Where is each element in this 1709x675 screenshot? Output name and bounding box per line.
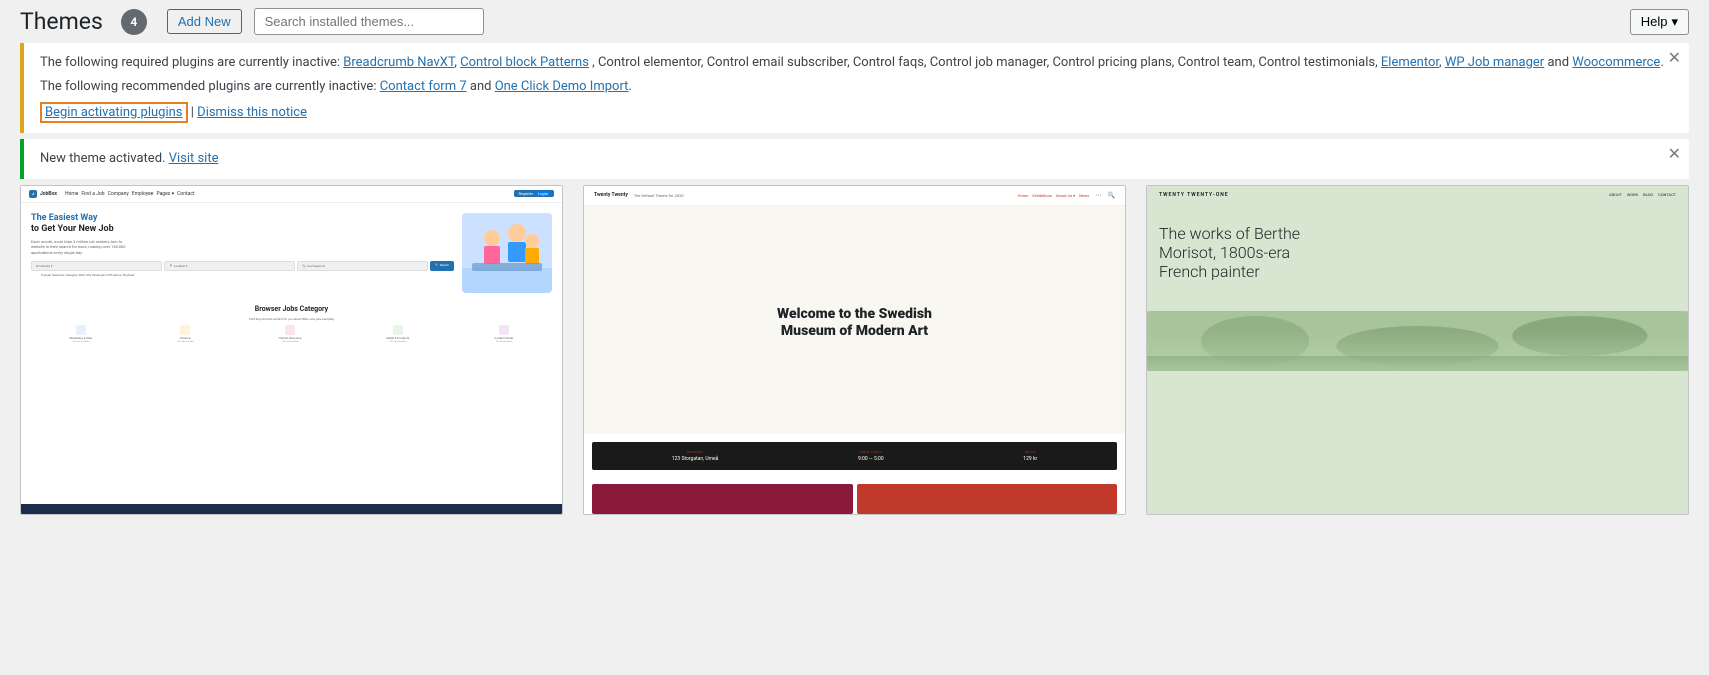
- dismiss-notice-link[interactable]: Dismiss this notice: [197, 105, 307, 120]
- jobbox-location-field: 📍 Location ▾: [164, 261, 295, 271]
- tt-price-value: 129 kr: [1023, 456, 1037, 462]
- tto-image-overlay: [1147, 331, 1688, 371]
- tt-nav-links: HomeExhibitionsAbout Us ▾News: [1018, 193, 1090, 198]
- notices-area: ✕ The following required plugins are cur…: [0, 43, 1709, 179]
- jobbox-preview: J JobBox HomeFind a JobCompanyEmployeePa…: [21, 186, 562, 514]
- jobbox-hero-title: The Easiest Wayto Get Your New Job: [31, 213, 454, 236]
- jobbox-logo: J JobBox: [29, 190, 57, 198]
- jobbox-register-btn: Register Login: [514, 190, 554, 197]
- jobbox-search-btn: 🔍 Search: [430, 261, 454, 271]
- tt-hours-label: OPEN TODAY: [858, 450, 884, 454]
- add-new-button[interactable]: Add New: [167, 9, 242, 34]
- jobbox-hero-text: The Easiest Wayto Get Your New Job Each …: [31, 213, 454, 279]
- recommended-plugins-text: The following recommended plugins are cu…: [40, 77, 1673, 97]
- tt-hours-col: OPEN TODAY 9:00 — 5:00: [858, 450, 884, 462]
- chevron-down-icon: ▾: [1671, 14, 1678, 30]
- twenty-twenty-thumbnail: Twenty Twenty The Default Theme for 2020…: [584, 186, 1125, 514]
- twentytwenty-preview: Twenty Twenty The Default Theme for 2020…: [584, 186, 1125, 514]
- visit-site-link[interactable]: Visit site: [169, 151, 219, 166]
- contact-form-7-link[interactable]: Contact form 7: [380, 79, 467, 94]
- jobbox-hero: The Easiest Wayto Get Your New Job Each …: [21, 203, 562, 299]
- tt-bottom: [584, 478, 1125, 514]
- jobbox-nav: J JobBox HomeFind a JobCompanyEmployeePa…: [21, 186, 562, 203]
- jobbox-hero-subtitle: Each month, more than 3 million job seek…: [31, 239, 454, 256]
- twenty-twenty-one-thumbnail: TWENTY TWENTY-ONE ABOUTWORKBLOGCONTACT T…: [1147, 186, 1688, 514]
- tt-address-label: ADDRESS: [672, 450, 719, 454]
- woocommerce-link[interactable]: Woocommerce: [1572, 55, 1660, 70]
- one-click-demo-link[interactable]: One Click Demo Import: [495, 79, 629, 94]
- tt-address-col: ADDRESS 123 Storgatan, Umeå: [672, 450, 719, 462]
- tt-hero: Welcome to the SwedishMuseum of Modern A…: [584, 206, 1125, 434]
- tt-tagline: The Default Theme for 2020: [634, 193, 684, 198]
- control-block-patterns-link[interactable]: Control block Patterns: [460, 55, 589, 70]
- tto-site-title: TWENTY TWENTY-ONE: [1159, 192, 1229, 198]
- theme-count-badge: 4: [121, 9, 147, 35]
- theme-card-twenty-twenty-one[interactable]: TWENTY TWENTY-ONE ABOUTWORKBLOGCONTACT T…: [1146, 185, 1689, 515]
- jobbox-industry-field: ⊕ Industry ▾: [31, 261, 162, 271]
- dismiss-plugins-notice-button[interactable]: ✕: [1668, 51, 1681, 67]
- help-label: Help: [1641, 14, 1668, 29]
- tt-bottom-block-1: [592, 484, 853, 514]
- jobbox-thumbnail: J JobBox HomeFind a JobCompanyEmployeePa…: [21, 186, 562, 514]
- jobbox-categories: Marketing & Sale150 Jobs Available Finan…: [21, 325, 562, 343]
- theme-card-twenty-twenty[interactable]: Twenty Twenty The Default Theme for 2020…: [583, 185, 1126, 515]
- tt-bottom-block-2: [857, 484, 1118, 514]
- jobbox-keyword-field: 🔍 Your keyword: [297, 261, 428, 271]
- themes-grid: J JobBox HomeFind a JobCompanyEmployeePa…: [20, 185, 1689, 515]
- required-plugins-text: The following required plugins are curre…: [40, 53, 1673, 73]
- activation-text: New theme activated. Visit site: [40, 149, 1673, 169]
- tt-nav: Twenty Twenty The Default Theme for 2020…: [584, 186, 1125, 206]
- breadcrumb-navxt-link[interactable]: Breadcrumb NavXT: [343, 55, 454, 70]
- top-bar: Themes 4 Add New Help ▾: [0, 0, 1709, 43]
- search-input[interactable]: [254, 8, 484, 35]
- begin-activating-link[interactable]: Begin activating plugins: [40, 102, 188, 123]
- tt-more-icon: ···: [1095, 191, 1101, 200]
- wp-job-link[interactable]: WP Job manager: [1445, 55, 1544, 70]
- twentytwentyone-preview: TWENTY TWENTY-ONE ABOUTWORKBLOGCONTACT T…: [1147, 186, 1688, 514]
- dismiss-activation-notice-button[interactable]: ✕: [1668, 147, 1681, 163]
- jobbox-search-bar: ⊕ Industry ▾ 📍 Location ▾ 🔍 Your keyword…: [31, 261, 454, 271]
- page-title: Themes: [20, 8, 103, 35]
- plugins-notice: ✕ The following required plugins are cur…: [20, 43, 1689, 133]
- tto-hero: The works of BertheMorisot, 1800s-eraFre…: [1147, 204, 1688, 302]
- tt-search-icon: 🔍: [1108, 192, 1115, 199]
- tt-hero-title: Welcome to the SwedishMuseum of Modern A…: [777, 306, 932, 340]
- tto-nav-links: ABOUTWORKBLOGCONTACT: [1609, 192, 1676, 197]
- jobbox-section-title: Browser Jobs Category: [21, 299, 562, 317]
- jobbox-bottom-bar: [21, 504, 562, 514]
- jobbox-logo-icon: J: [29, 190, 37, 198]
- jobbox-nav-links: HomeFind a JobCompanyEmployeePages ▾Cont…: [65, 191, 195, 197]
- tt-price-col: PRICE 129 kr: [1023, 450, 1037, 462]
- jobbox-hero-image: [462, 213, 552, 293]
- tto-hero-title: The works of BertheMorisot, 1800s-eraFre…: [1159, 224, 1676, 282]
- notice-actions: Begin activating plugins | Dismiss this …: [40, 102, 1673, 123]
- tto-nav: TWENTY TWENTY-ONE ABOUTWORKBLOGCONTACT: [1147, 186, 1688, 204]
- tt-site-title: Twenty Twenty: [594, 192, 628, 198]
- help-button[interactable]: Help ▾: [1630, 9, 1689, 35]
- tt-hours-value: 9:00 — 5:00: [858, 456, 884, 462]
- themes-area: J JobBox HomeFind a JobCompanyEmployeePa…: [0, 185, 1709, 515]
- theme-card-jobbox[interactable]: J JobBox HomeFind a JobCompanyEmployeePa…: [20, 185, 563, 515]
- jobbox-popular: Popular Searches: Designer, Web, iOS, De…: [31, 271, 454, 279]
- elementor-link[interactable]: Elementor: [1381, 55, 1439, 70]
- tt-address-value: 123 Storgatan, Umeå: [672, 456, 719, 462]
- tt-info-bar: ADDRESS 123 Storgatan, Umeå OPEN TODAY 9…: [592, 442, 1117, 470]
- tto-hero-image: [1147, 311, 1688, 371]
- tt-price-label: PRICE: [1023, 450, 1037, 454]
- activation-notice: ✕ New theme activated. Visit site: [20, 139, 1689, 179]
